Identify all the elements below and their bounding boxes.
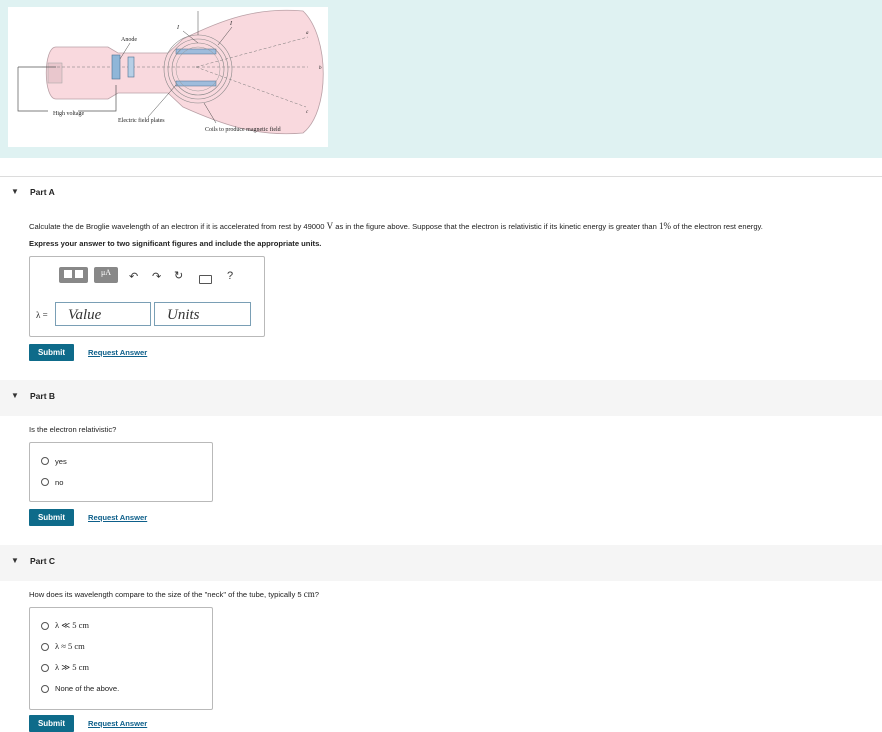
part-c-request-answer-link[interactable]: Request Answer	[88, 719, 147, 728]
part-c-header[interactable]: ▼ Part C	[0, 545, 882, 581]
part-b-question: Is the electron relativistic?	[29, 425, 117, 434]
option-1-label: λ ≪ 5 cm	[55, 620, 90, 630]
radio-option-3[interactable]	[41, 664, 49, 672]
part-a-header[interactable]: ▼ Part A	[0, 177, 882, 213]
radio-no[interactable]	[41, 478, 49, 486]
option-2-label: λ ≈ 5 cm	[55, 641, 85, 651]
part-b-header[interactable]: ▼ Part B	[0, 380, 882, 416]
part-b-options-box	[29, 442, 213, 502]
electric-field-plates-label: Electric field plates	[118, 117, 165, 124]
option-4-label: None of the above.	[55, 684, 120, 693]
power-template-icon	[75, 270, 83, 278]
current-label-1: I	[176, 25, 180, 31]
part-a-question: Calculate the de Broglie wavelength of a…	[29, 221, 763, 231]
radio-yes[interactable]	[41, 457, 49, 465]
units-button[interactable]: μA	[94, 267, 118, 283]
lambda-label: λ =	[36, 310, 48, 320]
mu-a-label: μA	[100, 268, 112, 277]
cathode-ray-tube-diagram: Anode High voltage Electric field plates…	[17, 9, 324, 135]
caret-down-icon[interactable]: ▼	[11, 556, 19, 565]
coils-label: Coils to produce magnetic field	[205, 126, 281, 133]
part-a-request-answer-link[interactable]: Request Answer	[88, 348, 147, 357]
cm-unit: cm	[303, 589, 315, 599]
question-text: of the electron rest energy.	[673, 222, 763, 231]
question-text: as in the figure above. Suppose that the…	[335, 222, 657, 231]
option-yes-label: yes	[55, 457, 67, 466]
part-c-title: Part C	[30, 556, 56, 566]
part-b-submit-button[interactable]: Submit	[29, 509, 74, 526]
percent-value: 1%	[659, 221, 671, 231]
radio-option-1[interactable]	[41, 622, 49, 630]
radio-option-4[interactable]	[41, 685, 49, 693]
question-mark: ?	[314, 590, 319, 599]
fraction-template-icon	[64, 270, 72, 278]
part-c-question: How does its wavelength compare to the s…	[29, 589, 319, 599]
redo-icon[interactable]: ↷	[152, 270, 161, 283]
part-c-submit-button[interactable]: Submit	[29, 715, 74, 732]
option-no-label: no	[55, 478, 64, 487]
radio-option-2[interactable]	[41, 643, 49, 651]
part-a-submit-button[interactable]: Submit	[29, 344, 74, 361]
option-3-label: λ ≫ 5 cm	[55, 662, 90, 672]
question-text: Calculate the de Broglie wavelength of a…	[29, 222, 325, 231]
templates-button[interactable]	[59, 267, 88, 283]
caret-down-icon[interactable]: ▼	[11, 187, 19, 196]
reset-icon[interactable]: ↻	[174, 269, 183, 282]
part-a-title: Part A	[30, 187, 55, 197]
caret-down-icon[interactable]: ▼	[11, 391, 19, 400]
voltage-unit: V	[326, 221, 334, 231]
help-icon[interactable]: ?	[227, 270, 233, 282]
part-b-title: Part B	[30, 391, 56, 401]
value-input[interactable]: Value	[55, 302, 151, 326]
units-input[interactable]: Units	[154, 302, 251, 326]
anode-label: Anode	[121, 37, 137, 43]
undo-icon[interactable]: ↶	[129, 270, 138, 283]
high-voltage-label: High voltage	[53, 111, 84, 117]
keyboard-icon[interactable]	[199, 275, 212, 284]
crt-figure: Anode High voltage Electric field plates…	[8, 7, 328, 147]
part-b-request-answer-link[interactable]: Request Answer	[88, 513, 147, 522]
part-a-instruction: Express your answer to two significant f…	[29, 239, 322, 248]
question-text: How does its wavelength compare to the s…	[29, 590, 302, 599]
